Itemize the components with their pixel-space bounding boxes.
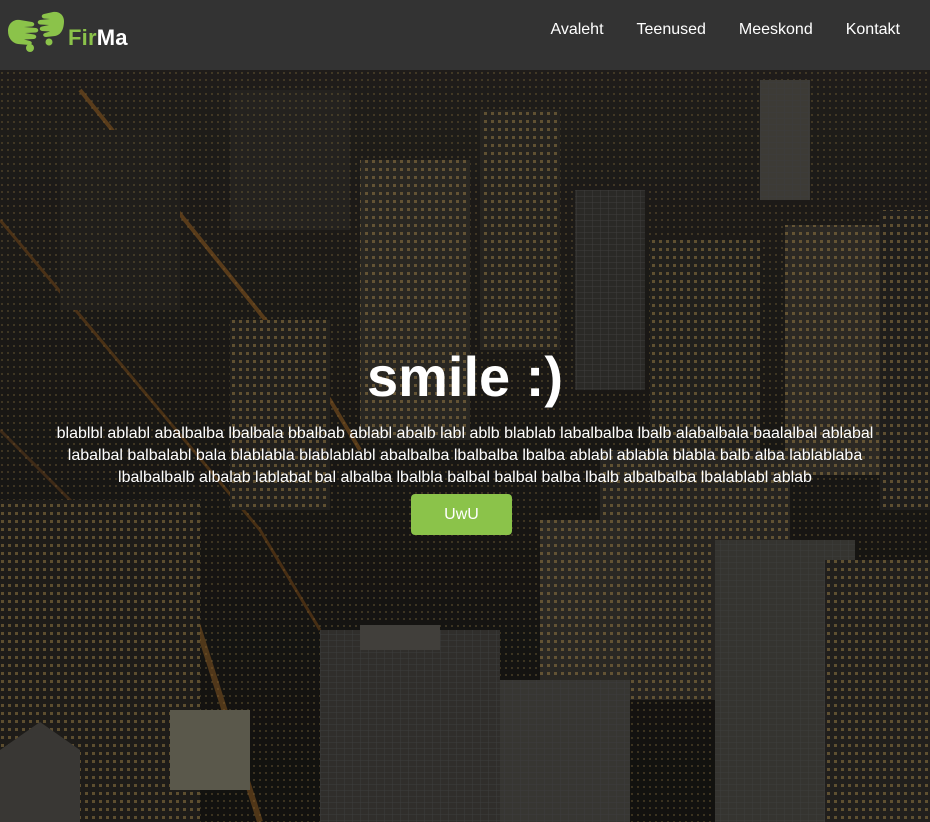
hero-title: smile :) bbox=[366, 345, 564, 408]
uwu-button[interactable]: UwU bbox=[411, 494, 512, 535]
hands-logo-icon bbox=[8, 11, 64, 52]
brand-name-ma: Ma bbox=[96, 25, 128, 50]
nav-link-teenused[interactable]: Teenused bbox=[637, 21, 706, 39]
navbar: FirMa Avaleht Teenused Meeskond Kontakt bbox=[0, 0, 930, 70]
hero-section: smile :) blablbl ablabl abalbalba lbalba… bbox=[0, 70, 930, 822]
nav-link-kontakt[interactable]: Kontakt bbox=[846, 21, 900, 39]
nav-menu: Avaleht Teenused Meeskond Kontakt bbox=[517, 0, 900, 60]
brand-name-fir: Fir bbox=[68, 25, 97, 50]
nav-link-meeskond[interactable]: Meeskond bbox=[739, 21, 813, 39]
brand-logo[interactable]: FirMa bbox=[6, 6, 128, 56]
hero-description: blablbl ablabl abalbalba lbalbala bbalba… bbox=[56, 425, 874, 486]
nav-link-avaleht[interactable]: Avaleht bbox=[550, 21, 603, 39]
brand-name: FirMa bbox=[68, 25, 128, 51]
